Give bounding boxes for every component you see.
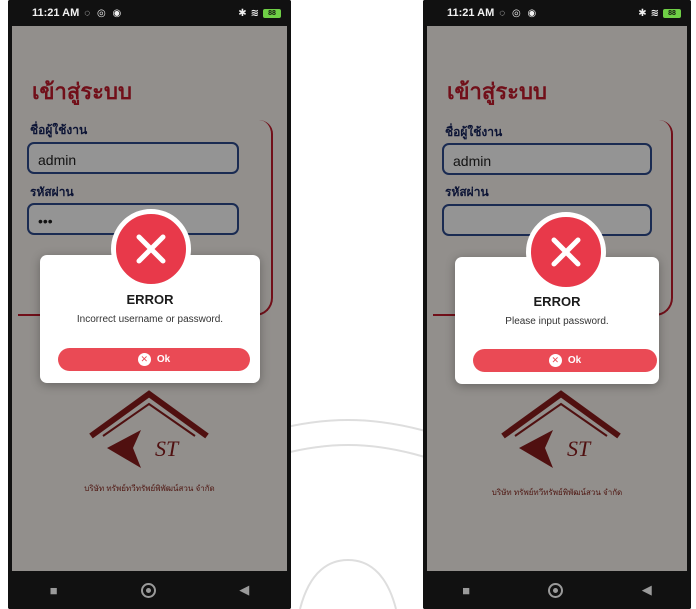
android-nav-bar: ■ ◀ <box>423 571 691 609</box>
phone-screenshot-left: 11:21 AM ◌ ◎ ◉ ✱ ≋ 88 เข้าสู่ระบบ ชื่อผู… <box>8 0 291 609</box>
error-icon <box>526 212 606 292</box>
status-bar: 11:21 AM ◌ ◎ ◉ ✱ ≋ 88 <box>8 0 291 26</box>
bluetooth-icon: ✱ <box>238 7 247 19</box>
ok-button[interactable]: ✕ Ok <box>58 348 250 371</box>
phone-screenshot-right: 11:21 AM ◌ ◎ ◉ ✱ ≋ 88 เข้าสู่ระบบ ชื่อผู… <box>423 0 691 609</box>
bluetooth-icon: ✱ <box>638 7 647 19</box>
ok-button-label: Ok <box>567 355 582 366</box>
battery-icon: 88 <box>663 8 681 18</box>
home-icon[interactable] <box>140 582 156 598</box>
close-icon: ✕ <box>137 353 151 366</box>
dialog-message: Please input password. <box>505 316 609 327</box>
close-icon: ✕ <box>548 354 562 367</box>
status-indicators: ✱ ≋ 88 <box>638 8 681 19</box>
status-time: 11:21 AM <box>447 7 495 19</box>
home-icon[interactable] <box>548 582 564 598</box>
ok-button-label: Ok <box>156 354 171 365</box>
back-icon[interactable]: ◀ <box>642 582 652 598</box>
notification-icons: ◌ ◎ ◉ <box>499 7 539 19</box>
dialog-message: Incorrect username or password. <box>76 314 224 325</box>
wifi-icon: ≋ <box>650 7 659 19</box>
ok-button[interactable]: ✕ Ok <box>473 349 657 372</box>
status-time: 11:21 AM <box>32 7 80 19</box>
close-icon <box>551 237 581 267</box>
notification-icons: ◌ ◎ ◉ <box>84 7 124 19</box>
wifi-icon: ≋ <box>250 7 259 19</box>
dialog-title: ERROR <box>126 292 174 307</box>
status-bar: 11:21 AM ◌ ◎ ◉ ✱ ≋ 88 <box>423 0 691 26</box>
battery-icon: 88 <box>263 8 281 18</box>
back-icon[interactable]: ◀ <box>239 582 249 598</box>
android-nav-bar: ■ ◀ <box>8 571 291 609</box>
stop-icon[interactable]: ■ <box>50 583 58 598</box>
close-icon <box>136 234 166 264</box>
stop-icon[interactable]: ■ <box>462 583 470 598</box>
error-icon <box>111 209 191 289</box>
status-indicators: ✱ ≋ 88 <box>238 8 281 19</box>
dialog-title: ERROR <box>533 294 581 309</box>
